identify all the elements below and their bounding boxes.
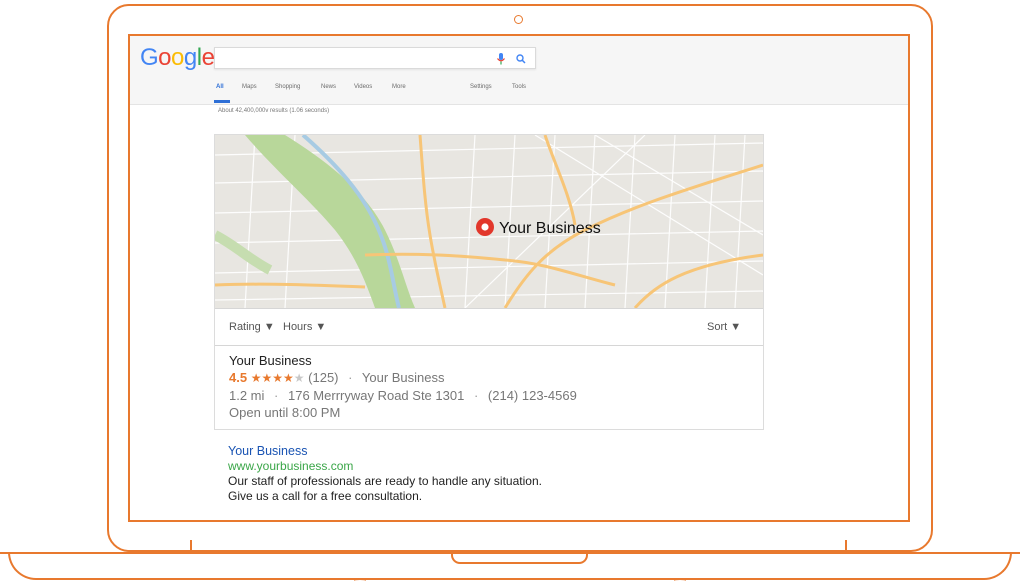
listing-category: Your Business [361, 370, 445, 385]
listing-phone[interactable]: (214) 123-4569 [488, 388, 577, 403]
logo-letter: g [183, 44, 197, 71]
organic-result: Your Business www.yourbusiness.com Our s… [228, 444, 542, 504]
star-filled-icon: ★ [261, 371, 273, 385]
tab-news[interactable]: News [321, 84, 336, 90]
rating-filter[interactable]: Rating ▼ [229, 321, 275, 333]
tab-tools[interactable]: Tools [512, 84, 526, 90]
webcam-icon [514, 15, 523, 24]
star-filled-icon: ★ [283, 371, 294, 385]
listing-hours: Open until 8:00 PM [229, 405, 341, 420]
laptop-foot-left [354, 578, 366, 584]
separator-dot: · [473, 388, 479, 403]
tab-more[interactable]: More [392, 84, 406, 90]
logo-letter: o [171, 44, 184, 71]
browser-screen: Google All Maps Shopping News Videos Mor… [130, 36, 908, 520]
logo-letter: o [158, 44, 172, 71]
hinge-left [190, 540, 192, 552]
search-tabs: All Maps Shopping News Videos More Setti… [216, 84, 546, 98]
hours-filter[interactable]: Hours ▼ [283, 321, 326, 333]
hinge-right [845, 540, 847, 552]
star-rating-icon: ★★★★★ [251, 371, 305, 385]
map-pin-label: Your Business [499, 220, 601, 237]
result-description-line-2: Give us a call for a free consultation. [228, 489, 423, 503]
star-filled-icon: ★ [272, 371, 283, 385]
logo-letter: e [201, 44, 215, 71]
tab-all[interactable]: All [216, 84, 224, 90]
rating-value: 4.5 [229, 370, 248, 385]
local-results-card: Your Business Rating ▼ Hours ▼ Sort ▼ Yo… [214, 134, 764, 430]
tab-maps[interactable]: Maps [242, 84, 257, 90]
microphone-icon[interactable] [495, 52, 507, 66]
result-title-link[interactable]: Your Business [228, 444, 542, 459]
listing-distance: 1.2 mi [229, 388, 265, 403]
local-listing[interactable]: Your Business 4.5 ★★★★★ (125) · Your Bus… [229, 353, 749, 421]
filter-bar: Rating ▼ Hours ▼ Sort ▼ [215, 308, 763, 346]
tab-settings[interactable]: Settings [470, 84, 492, 90]
magnifier-icon[interactable] [515, 52, 527, 66]
star-filled-icon: ★ [250, 371, 262, 385]
sort-dropdown[interactable]: Sort ▼ [707, 321, 741, 333]
result-description-line-1: Our staff of professionals are ready to … [228, 474, 542, 488]
results-count: About 42,400,000v results (1.06 seconds) [218, 108, 330, 114]
listing-address: 176 Merrryway Road Ste 1301 [288, 388, 465, 403]
listing-details: 1.2 mi · 176 Merrryway Road Ste 1301 · (… [229, 387, 749, 404]
separator-dot: · [348, 370, 353, 385]
listing-name[interactable]: Your Business [229, 353, 749, 369]
result-url[interactable]: www.yourbusiness.com [228, 459, 542, 474]
tab-videos[interactable]: Videos [354, 84, 372, 90]
map-view[interactable]: Your Business [215, 135, 763, 308]
listing-rating-line: 4.5 ★★★★★ (125) · Your Business [229, 369, 749, 387]
star-empty-icon: ★ [293, 371, 305, 385]
review-count: (125) [308, 370, 339, 385]
logo-letter: G [140, 44, 159, 71]
separator-dot: · [274, 388, 279, 403]
laptop-foot-right [674, 578, 686, 584]
search-input[interactable] [214, 47, 536, 69]
tab-shopping[interactable]: Shopping [275, 84, 300, 90]
laptop-notch [451, 552, 588, 564]
map-graphic: Your Business [215, 135, 763, 308]
google-logo[interactable]: Google [140, 44, 215, 72]
active-tab-indicator [214, 100, 230, 103]
